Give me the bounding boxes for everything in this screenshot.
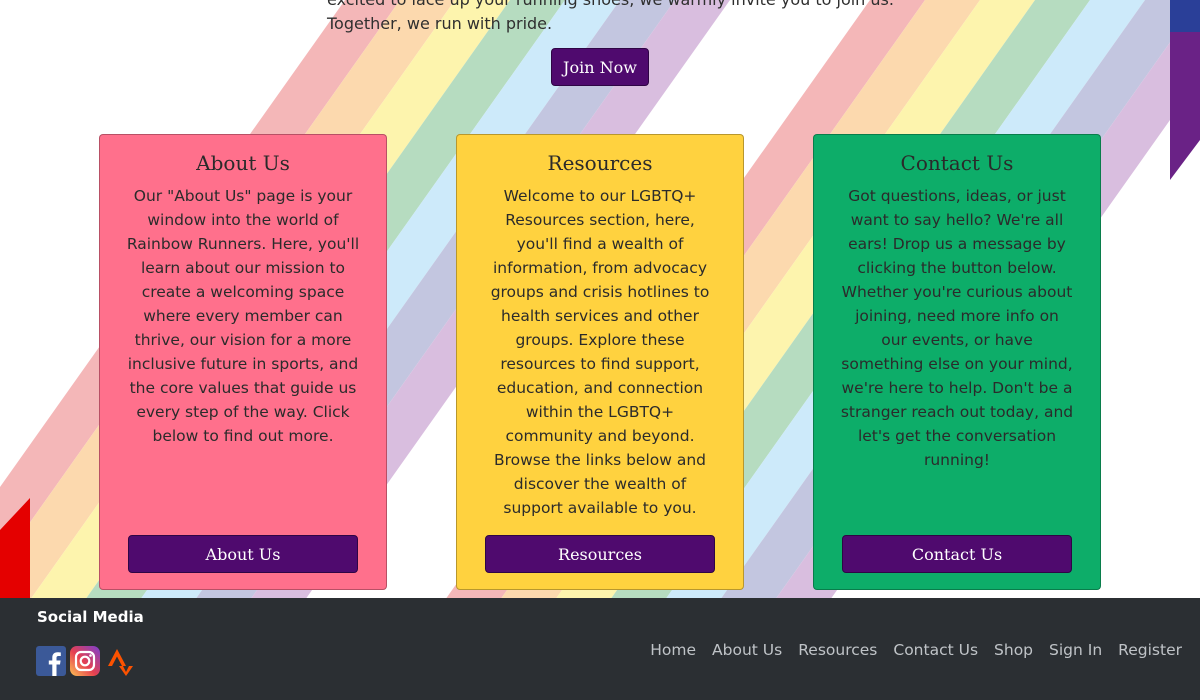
- resources-card: Resources Welcome to our LGBTQ+ Resource…: [456, 134, 744, 590]
- footer-nav-register[interactable]: Register: [1118, 638, 1182, 662]
- site-footer: Social Media Home About Us Resources Con…: [0, 598, 1200, 700]
- facebook-icon[interactable]: [36, 646, 66, 676]
- footer-nav-resources[interactable]: Resources: [798, 638, 877, 662]
- footer-nav-contact-us[interactable]: Contact Us: [893, 638, 978, 662]
- intro-line-1: excited to lace up your running shoes, w…: [327, 0, 907, 12]
- resources-card-body: Welcome to our LGBTQ+ Resources section,…: [490, 187, 710, 517]
- about-us-button[interactable]: About Us: [128, 535, 358, 573]
- intro-text: excited to lace up your running shoes, w…: [327, 0, 907, 36]
- footer-nav-home[interactable]: Home: [650, 638, 696, 662]
- strava-icon[interactable]: [105, 646, 135, 676]
- footer-nav: Home About Us Resources Contact Us Shop …: [650, 638, 1182, 662]
- social-media-heading: Social Media: [37, 608, 144, 626]
- resources-button[interactable]: Resources: [485, 535, 715, 573]
- footer-nav-shop[interactable]: Shop: [994, 638, 1033, 662]
- resources-card-title: Resources: [547, 151, 653, 175]
- contact-us-card-title: Contact Us: [900, 151, 1014, 175]
- join-now-button[interactable]: Join Now: [551, 48, 649, 86]
- about-us-card-title: About Us: [196, 151, 290, 175]
- contact-us-card: Contact Us Got questions, ideas, or just…: [813, 134, 1101, 590]
- contact-us-card-body: Got questions, ideas, or just want to sa…: [840, 187, 1074, 469]
- intro-line-2: Together, we run with pride.: [327, 14, 553, 33]
- instagram-icon[interactable]: [70, 646, 100, 676]
- footer-nav-about-us[interactable]: About Us: [712, 638, 782, 662]
- contact-us-button[interactable]: Contact Us: [842, 535, 1072, 573]
- about-us-card-body: Our "About Us" page is your window into …: [126, 187, 360, 445]
- about-us-card: About Us Our "About Us" page is your win…: [99, 134, 387, 590]
- footer-nav-sign-in[interactable]: Sign In: [1049, 638, 1102, 662]
